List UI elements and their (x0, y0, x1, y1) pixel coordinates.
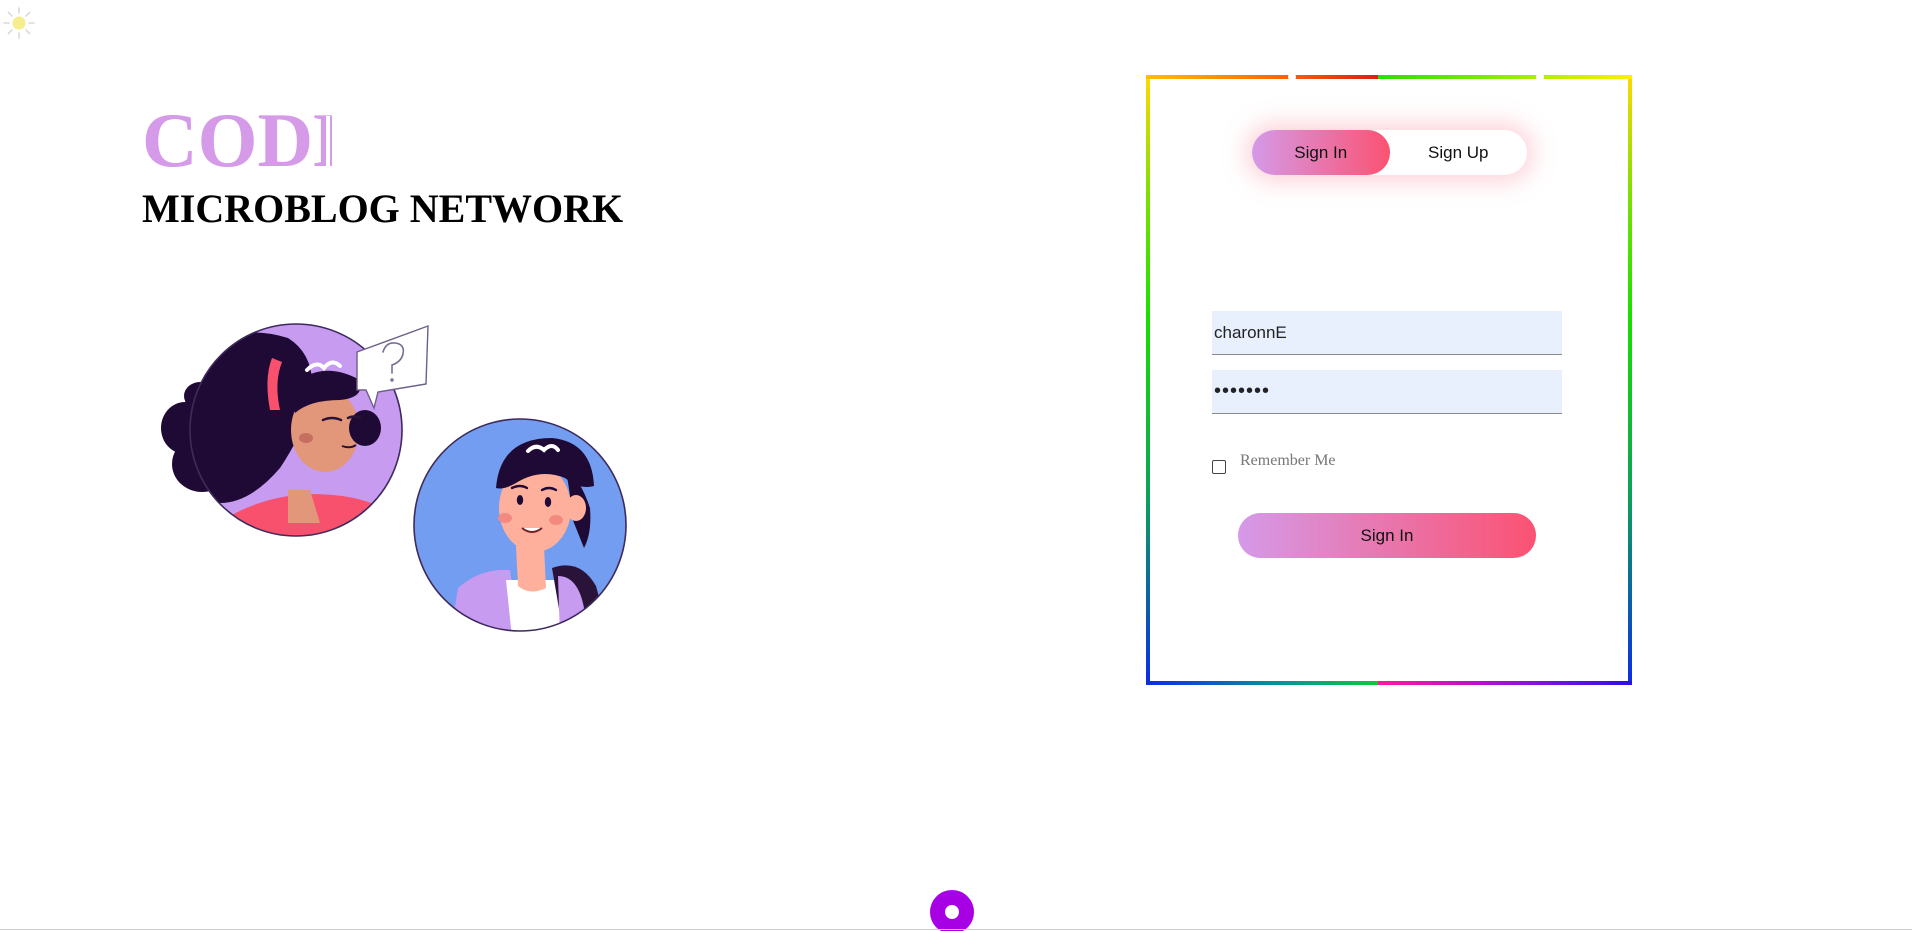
man-avatar (414, 419, 626, 631)
card-border-bottom-left (1146, 681, 1378, 685)
auth-tab-switch: Sign In Sign Up (1252, 130, 1527, 175)
sign-in-button[interactable]: Sign In (1238, 513, 1536, 558)
border-spark (1288, 73, 1296, 81)
page-divider (0, 929, 1912, 930)
card-border-top-right (1378, 75, 1632, 79)
hero-illustration (160, 318, 640, 638)
sun-icon (3, 7, 35, 39)
remember-me-label[interactable]: Remember Me (1240, 452, 1336, 470)
typing-cursor (326, 116, 330, 170)
card-border-bottom-right (1378, 681, 1632, 685)
floating-action-button[interactable] (930, 890, 974, 931)
brand-title: CODE (142, 100, 332, 180)
page: CODE MICROBLOG NETWORK (0, 0, 1912, 931)
ring-icon (945, 905, 959, 919)
remember-me-checkbox[interactable] (1212, 460, 1226, 474)
password-input[interactable] (1212, 370, 1562, 414)
tab-sign-up[interactable]: Sign Up (1390, 130, 1528, 175)
card-border-top-left (1146, 75, 1378, 79)
border-spark (1536, 73, 1544, 81)
username-input[interactable] (1212, 311, 1562, 355)
brand-title-text: CODE (142, 100, 332, 180)
theme-toggle-button[interactable] (2, 6, 38, 42)
chat-people-illustration (161, 323, 627, 632)
tab-sign-in[interactable]: Sign In (1252, 130, 1390, 175)
brand-subtitle: MICROBLOG NETWORK (142, 186, 624, 231)
